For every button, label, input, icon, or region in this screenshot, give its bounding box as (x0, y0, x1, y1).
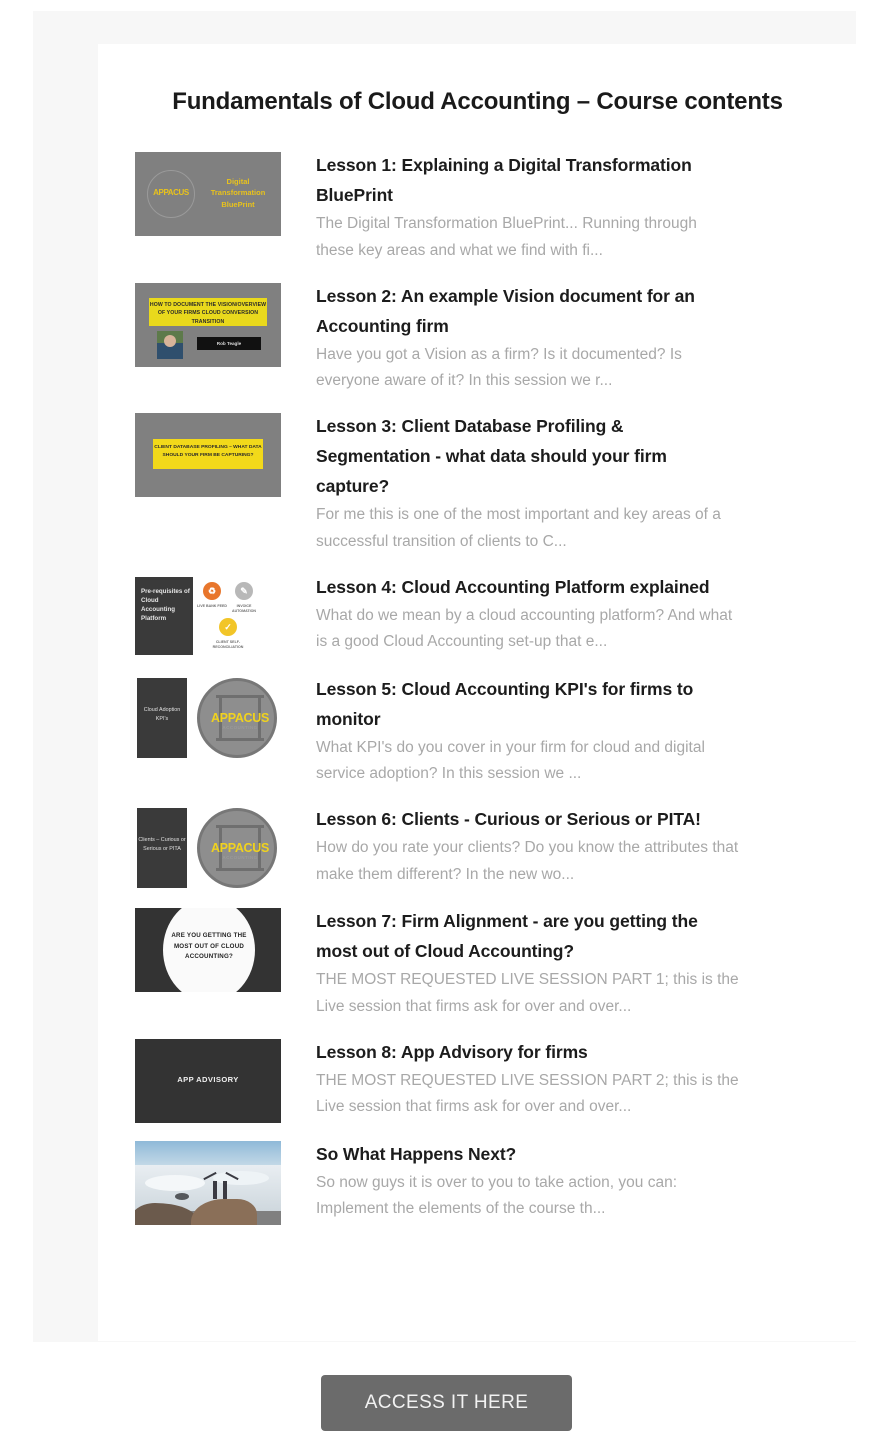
thumb-panel-text: Pre-requisites of Cloud Accounting Platf… (135, 576, 193, 655)
lesson-thumbnail-7[interactable]: ARE YOU GETTING THE MOST OUT OF CLOUD AC… (135, 904, 281, 993)
cta-section: ACCESS IT HERE (0, 1375, 893, 1431)
appacus-logo-icon: APPACUS ACCOUNTING (197, 677, 277, 758)
lesson-thumbnail-4[interactable]: Pre-requisites of Cloud Accounting Platf… (135, 570, 281, 658)
access-it-here-button[interactable]: ACCESS IT HERE (320, 1375, 573, 1431)
appacus-logo-icon: APPACUS ACCOUNTING (197, 808, 277, 889)
speaker-photo (157, 330, 183, 359)
lesson-thumbnail-8[interactable]: APP ADVISORY (135, 1035, 281, 1123)
check-circle-icon: ✓ (219, 617, 237, 636)
lesson-title[interactable]: So What Happens Next? (316, 1139, 739, 1169)
lesson-thumbnail-6[interactable]: Clients – Curious or Serious or PITA APP… (135, 802, 281, 891)
lesson-title[interactable]: Lesson 7: Firm Alignment - are you getti… (316, 906, 739, 966)
lesson-thumbnail-2[interactable]: HOW TO DOCUMENT THE VISION/OVERVIEW OF Y… (135, 279, 281, 367)
page-title: Fundamentals of Cloud Accounting – Cours… (172, 88, 783, 115)
list-item[interactable]: Clients – Curious or Serious or PITA APP… (66, 802, 889, 891)
thumb-brand-label: APPACUS (153, 188, 189, 197)
lesson-description: THE MOST REQUESTED LIVE SESSION PART 2; … (316, 1071, 739, 1116)
lesson-description: How do you rate your clients? Do you kno… (316, 839, 739, 883)
thumb-box-text: CLIENT DATABASE PROFILING – WHAT DATA SH… (153, 439, 263, 469)
list-item[interactable]: Pre-requisites of Cloud Accounting Platf… (66, 570, 889, 658)
lesson-title[interactable]: Lesson 6: Clients - Curious or Serious o… (316, 804, 739, 834)
list-item[interactable]: ARE YOU GETTING THE MOST OUT OF CLOUD AC… (66, 904, 889, 1021)
list-item[interactable]: HOW TO DOCUMENT THE VISION/OVERVIEW OF Y… (66, 279, 889, 396)
lesson-thumbnail-9[interactable] (135, 1137, 281, 1225)
thumb-brand-sub: ACCOUNTING (222, 724, 258, 730)
lesson-description: What KPI's do you cover in your firm for… (316, 738, 705, 783)
list-item[interactable]: APPACUS Digital Transformation BluePrint… (66, 148, 889, 265)
lesson-description: So now guys it is over to you to take ac… (316, 1173, 678, 1218)
lesson-thumbnail-5[interactable]: Cloud Adoption KPI's APPACUS ACCOUNTING (135, 672, 281, 760)
icon-label: INVOICE AUTOMATION (231, 603, 257, 613)
thumb-brand-label: APPACUS (210, 841, 270, 856)
lesson-thumbnail-3[interactable]: CLIENT DATABASE PROFILING – WHAT DATA SH… (135, 409, 281, 497)
thumb-caption: Digital Transformation BluePrint (210, 177, 266, 209)
lesson-title[interactable]: Lesson 8: App Advisory for firms (316, 1037, 739, 1067)
course-card: Fundamentals of Cloud Accounting – Cours… (98, 44, 889, 1341)
list-item[interactable]: APP ADVISORY Lesson 8: App Advisory for … (66, 1035, 889, 1123)
lesson-title[interactable]: Lesson 1: Explaining a Digital Transform… (316, 150, 739, 210)
thumb-panel-text: Cloud Adoption KPI's (137, 677, 187, 758)
icon-label: CLIENT SELF-RECONCILIATION (212, 639, 244, 649)
thumb-brand-sub: ACCOUNTING (222, 855, 258, 861)
lesson-description: Have you got a Vision as a firm? Is it d… (316, 345, 682, 390)
lesson-title[interactable]: Lesson 2: An example Vision document for… (316, 281, 739, 341)
lesson-description: What do we mean by a cloud accounting pl… (316, 606, 733, 651)
lesson-description: For me this is one of the most important… (316, 506, 721, 550)
bank-feed-icon: ♻ (203, 581, 221, 600)
lesson-title[interactable]: Lesson 4: Cloud Accounting Platform expl… (316, 572, 739, 602)
thumb-banner-text: HOW TO DOCUMENT THE VISION/OVERVIEW OF Y… (149, 297, 267, 326)
lesson-thumbnail-1[interactable]: APPACUS Digital Transformation BluePrint (135, 148, 281, 236)
thumb-center-text: APP ADVISORY (177, 1074, 239, 1084)
thumb-panel-text: Clients – Curious or Serious or PITA (137, 808, 187, 889)
lesson-list: APPACUS Digital Transformation BluePrint… (66, 148, 889, 1225)
page-frame: Fundamentals of Cloud Accounting – Cours… (33, 11, 889, 1342)
lesson-title[interactable]: Lesson 3: Client Database Profiling & Se… (316, 411, 739, 501)
lesson-description: THE MOST REQUESTED LIVE SESSION PART 1; … (316, 971, 739, 1015)
list-item[interactable]: So What Happens Next? So now guys it is … (66, 1137, 889, 1225)
list-item[interactable]: CLIENT DATABASE PROFILING – WHAT DATA SH… (66, 409, 889, 556)
lesson-title[interactable]: Lesson 5: Cloud Accounting KPI's for fir… (316, 674, 739, 734)
invoice-automation-icon: ✎ (235, 581, 253, 600)
list-item[interactable]: Cloud Adoption KPI's APPACUS ACCOUNTING … (66, 672, 889, 789)
thumb-brand-label: APPACUS (210, 710, 270, 725)
thumb-ellipse-text: ARE YOU GETTING THE MOST OUT OF CLOUD AC… (171, 932, 247, 961)
icon-label: LIVE BANK FEED (197, 603, 227, 608)
lesson-description: The Digital Transformation BluePrint... … (316, 215, 697, 259)
thumb-name-bar: Rob Teagle (197, 336, 261, 350)
